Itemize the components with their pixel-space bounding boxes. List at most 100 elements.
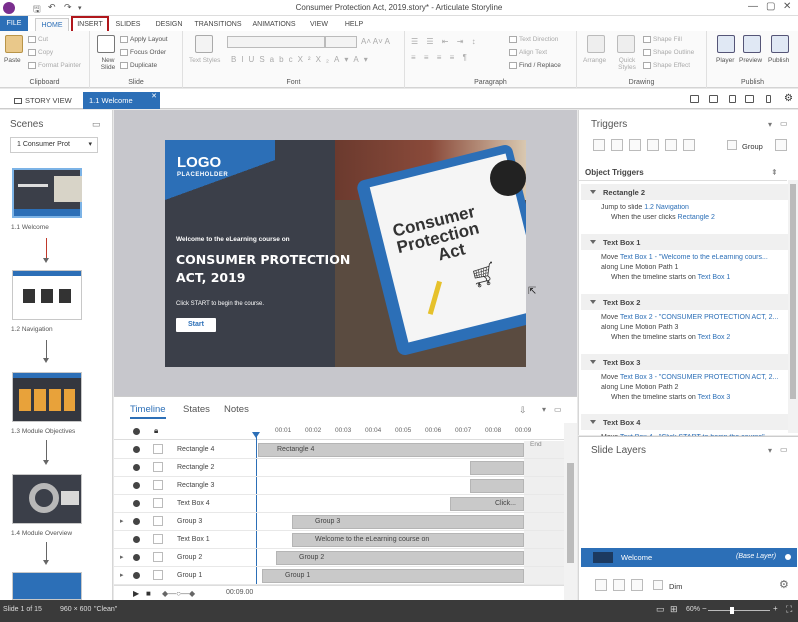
zoom-slider-icon[interactable]: ◆—○—◆ <box>162 589 195 598</box>
trigger-section-header[interactable]: Text Box 3 <box>581 354 791 370</box>
lock-checkbox[interactable] <box>153 534 163 544</box>
tab-view[interactable]: VIEW <box>305 18 333 31</box>
chevron-down-icon[interactable]: ▾ <box>542 405 546 414</box>
delete-trigger-icon[interactable] <box>665 139 677 151</box>
new-layer-icon[interactable] <box>595 579 607 591</box>
slide-thumbnail-welcome[interactable] <box>12 168 82 218</box>
trigger-text[interactable]: along Line Motion Path 1 <box>601 264 786 271</box>
scene-select[interactable]: 1 Consumer Prot ▾ <box>10 137 98 153</box>
cut-button[interactable]: Cut <box>28 36 48 43</box>
arrange-button[interactable]: Arrange <box>583 57 606 64</box>
tab-slide-welcome[interactable]: 1.1 Welcome ✕ <box>83 92 160 109</box>
play-icon[interactable]: ▶ <box>133 589 139 598</box>
trigger-text[interactable]: When the timeline starts on Text Box 1 <box>611 274 796 281</box>
base-layer-row[interactable]: Welcome (Base Layer) <box>581 548 797 567</box>
trigger-text[interactable]: along Line Motion Path 2 <box>601 384 786 391</box>
align-icons[interactable]: ≡ ≡ ≡ ≡ ¶ <box>411 53 470 62</box>
eye-icon[interactable] <box>133 446 140 453</box>
course-title-line-2[interactable]: ACT, 2019 <box>176 270 245 285</box>
shape-fill-button[interactable]: Shape Fill <box>643 36 682 43</box>
font-family-select[interactable] <box>227 36 325 48</box>
trigger-section-header[interactable]: Rectangle 2 <box>581 184 791 200</box>
trigger-text[interactable]: When the timeline starts on Text Box 2 <box>611 334 796 341</box>
timeline-row[interactable]: Rectangle 3 <box>114 477 564 495</box>
lock-checkbox[interactable] <box>153 516 163 526</box>
trigger-text[interactable]: along Line Motion Path 3 <box>601 324 786 331</box>
duplicate-layer-icon[interactable] <box>613 579 625 591</box>
zoom-slider-thumb[interactable] <box>730 607 734 614</box>
shape-outline-button[interactable]: Shape Outline <box>643 49 694 56</box>
tab-story-view[interactable]: STORY VIEW <box>8 92 78 109</box>
lock-checkbox[interactable] <box>153 498 163 508</box>
timeline-row[interactable]: ▸ Group 3 Group 3 <box>114 513 564 531</box>
tablet-portrait-icon[interactable] <box>729 95 736 103</box>
timeline-object-bar[interactable] <box>470 461 524 475</box>
shape-effect-button[interactable]: Shape Effect <box>643 62 690 69</box>
tab-states[interactable]: States <box>183 404 210 415</box>
new-trigger-icon[interactable] <box>593 139 605 151</box>
font-size-select[interactable] <box>325 36 357 48</box>
slide-thumbnail-module-overview[interactable] <box>12 474 82 524</box>
desktop-view-icon[interactable] <box>709 95 718 103</box>
scrollbar-thumb[interactable] <box>790 184 796 399</box>
focus-order-button[interactable]: Focus Order <box>120 49 166 56</box>
close-tab-icon[interactable]: ✕ <box>151 88 157 105</box>
trigger-link[interactable]: Text Box 3 - "CONSUMER PROTECTION ACT, 2… <box>620 374 778 381</box>
panel-collapse-icon[interactable]: ▭ <box>92 119 101 130</box>
trigger-link[interactable]: Text Box 2 - "CONSUMER PROTECTION ACT, 2… <box>620 314 778 321</box>
slide-thumbnail-navigation[interactable] <box>12 270 82 320</box>
zoom-slider[interactable] <box>708 607 770 614</box>
triggers-scrollbar[interactable] <box>788 180 798 433</box>
lock-checkbox[interactable] <box>153 444 163 454</box>
eye-icon[interactable] <box>133 500 140 507</box>
publish-button[interactable]: Publish <box>768 57 789 64</box>
paste-trigger-icon[interactable] <box>647 139 659 151</box>
timeline-object-bar[interactable]: Click... <box>450 497 524 511</box>
tab-animations[interactable]: ANIMATIONS <box>250 18 298 31</box>
text-styles-button[interactable]: Text Styles <box>189 57 220 64</box>
delete-layer-icon[interactable] <box>631 579 643 591</box>
tab-file[interactable]: FILE <box>0 16 28 31</box>
edit-trigger-icon[interactable] <box>611 139 623 151</box>
zoom-in-icon[interactable]: + <box>773 604 778 613</box>
gear-icon[interactable]: ⚙ <box>779 578 789 591</box>
apply-layout-button[interactable]: Apply Layout <box>120 36 168 43</box>
expand-icon[interactable]: ▸ <box>120 571 124 579</box>
fit-window-icon[interactable]: ⛶ <box>786 604 792 615</box>
font-format-icons[interactable]: BIUSabcX²X₂A▾A▾ <box>231 55 373 64</box>
trigger-text[interactable]: Jump to slide 1.2 Navigation <box>601 204 786 211</box>
text-direction-button[interactable]: Text Direction <box>509 36 558 43</box>
lock-checkbox[interactable] <box>153 462 163 472</box>
course-title-line-1[interactable]: CONSUMER PROTECTION <box>176 252 350 267</box>
playhead-handle-icon[interactable] <box>252 432 260 438</box>
timeline-object-bar[interactable]: Welcome to the eLearning course on <box>292 533 524 547</box>
clipboard-illustration[interactable]: Consumer Protection Act 🛒︎ <box>335 140 526 367</box>
trigger-section-header[interactable]: Text Box 2 <box>581 294 791 310</box>
welcome-text[interactable]: Welcome to the eLearning course on <box>176 236 290 243</box>
logo-text[interactable]: LOGO <box>177 154 221 171</box>
gear-icon[interactable]: ⚙ <box>784 93 793 104</box>
fit-icon[interactable]: ▭ <box>656 604 665 615</box>
eye-icon[interactable] <box>133 428 140 435</box>
expand-icon[interactable]: ▸ <box>120 517 124 525</box>
copy-trigger-icon[interactable] <box>629 139 641 151</box>
click-start-text[interactable]: Click START to begin the course. <box>176 301 264 307</box>
slide-stage[interactable]: LOGO PLACEHOLDER Consumer Protection Act… <box>165 140 526 367</box>
eye-icon[interactable] <box>133 554 140 561</box>
trigger-text[interactable]: Move Text Box 3 - "CONSUMER PROTECTION A… <box>601 374 786 381</box>
paste-button[interactable]: Paste <box>4 57 21 64</box>
close-icon[interactable]: ✕ <box>783 1 791 12</box>
align-text-button[interactable]: Align Text <box>509 49 547 56</box>
trigger-layout-icon[interactable] <box>775 139 787 151</box>
timeline-row[interactable]: Text Box 4 Click... <box>114 495 564 513</box>
new-slide-button[interactable]: New Slide <box>94 57 122 71</box>
tab-design[interactable]: DESIGN <box>152 18 186 31</box>
chevron-down-icon[interactable]: ▾ <box>768 120 772 129</box>
quick-styles-button[interactable]: Quick Styles <box>613 57 641 71</box>
minimize-icon[interactable]: — <box>748 1 758 12</box>
slide-thumbnail-module-objectives[interactable] <box>12 372 82 422</box>
copy-button[interactable]: Copy <box>28 49 53 56</box>
tab-help[interactable]: HELP <box>340 18 368 31</box>
lock-checkbox[interactable] <box>153 552 163 562</box>
panel-collapse-icon[interactable]: ▭ <box>554 405 562 414</box>
